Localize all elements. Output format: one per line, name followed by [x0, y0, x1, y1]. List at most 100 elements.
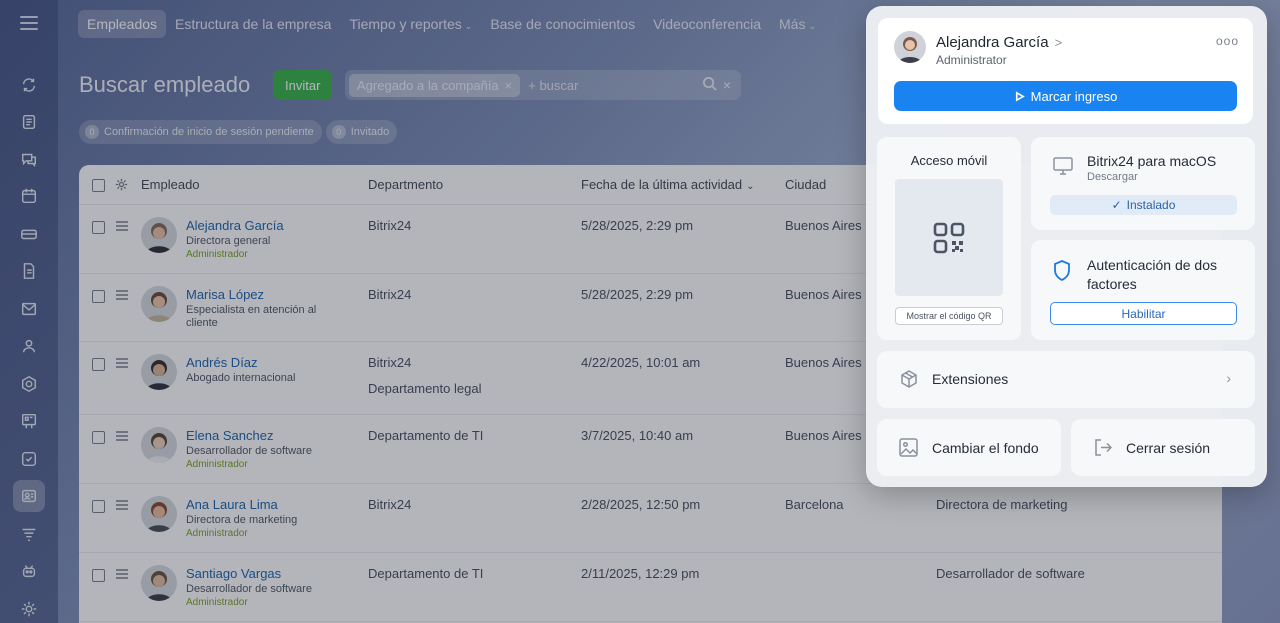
employee-city: Buenos Aires [785, 355, 862, 370]
more-icon[interactable]: ooo [1216, 34, 1239, 48]
mail-icon[interactable] [17, 297, 41, 321]
board-icon[interactable] [17, 409, 41, 433]
select-all-checkbox[interactable] [92, 179, 105, 192]
avatar[interactable] [141, 354, 177, 390]
tab-more[interactable]: Más ⌄ [770, 10, 825, 38]
column-department[interactable]: Departmento [368, 177, 443, 192]
row-checkbox[interactable] [92, 569, 105, 582]
employee-name-link[interactable]: Elena Sanchez [186, 428, 273, 443]
clear-icon[interactable]: × [723, 77, 731, 93]
pending-login-counter[interactable]: 0 Confirmación de inicio de sesión pendi… [79, 120, 322, 144]
employee-city: Buenos Aires [785, 287, 862, 302]
drag-handle-icon[interactable] [116, 221, 128, 233]
left-sidebar [0, 0, 58, 623]
avatar[interactable] [141, 427, 177, 463]
invited-counter[interactable]: 0 Invitado [325, 120, 398, 144]
employee-city: Barcelona [785, 497, 844, 512]
employee-department: Bitrix24 [368, 218, 412, 233]
employee-department: Departamento de TI [368, 566, 484, 581]
drag-handle-icon[interactable] [116, 358, 128, 370]
avatar[interactable] [141, 217, 177, 253]
employee-name-link[interactable]: Alejandra García [186, 218, 284, 233]
user-name-link[interactable]: Alejandra García > [936, 34, 1062, 51]
drag-handle-icon[interactable] [116, 500, 128, 512]
tab-employees[interactable]: Empleados [78, 10, 167, 38]
employee-position-column: Directora de marketing [936, 497, 1068, 512]
hexagon-icon[interactable] [17, 372, 41, 396]
qr-placeholder [895, 179, 1003, 296]
qr-code-icon [933, 222, 965, 253]
enable-button[interactable]: Habilitar [1050, 302, 1237, 325]
drag-handle-icon[interactable] [116, 569, 128, 581]
tasks-icon[interactable] [17, 447, 41, 471]
user-name: Alejandra García [936, 34, 1049, 51]
top-nav: Empleados Estructura de la empresa Tiemp… [78, 10, 825, 38]
tab-videoconference[interactable]: Videoconferencia [644, 10, 770, 38]
settings-icon[interactable] [17, 597, 41, 621]
filter-icon[interactable] [17, 522, 41, 546]
macos-download-link[interactable]: Descargar [1087, 171, 1138, 183]
employee-city: Buenos Aires [785, 218, 862, 233]
document-icon[interactable] [17, 259, 41, 283]
tab-company-structure[interactable]: Estructura de la empresa [166, 10, 340, 38]
tab-knowledge-base[interactable]: Base de conocimientos [481, 10, 644, 38]
row-checkbox[interactable] [92, 290, 105, 303]
counter-number: 0 [85, 125, 99, 139]
table-row[interactable]: Ana Laura Lima Directora de marketing Admi… [79, 484, 1222, 553]
close-icon[interactable]: × [505, 78, 513, 93]
chat-icon[interactable] [17, 147, 41, 171]
tab-time-reports[interactable]: Tiempo y reportes ⌄ [340, 10, 481, 38]
employee-name-link[interactable]: Ana Laura Lima [186, 497, 278, 512]
row-checkbox[interactable] [92, 358, 105, 371]
avatar[interactable] [141, 496, 177, 532]
row-checkbox[interactable] [92, 221, 105, 234]
search-icon[interactable] [702, 76, 717, 94]
avatar[interactable] [141, 565, 177, 601]
calendar-icon[interactable] [17, 184, 41, 208]
employee-name-link[interactable]: Andrés Díaz [186, 355, 258, 370]
employee-city: Buenos Aires [785, 428, 862, 443]
chevron-right-icon: › [1226, 370, 1231, 386]
page-title: Buscar empleado [79, 72, 251, 97]
check-icon: ✓ [1111, 198, 1122, 212]
show-qr-button[interactable]: Mostrar el código QR [895, 307, 1003, 325]
row-checkbox[interactable] [92, 500, 105, 513]
search-input[interactable]: + buscar [528, 78, 702, 93]
drive-icon[interactable] [17, 222, 41, 246]
drag-handle-icon[interactable] [116, 431, 128, 443]
column-city[interactable]: Ciudad [785, 177, 826, 192]
employee-name-link[interactable]: Santiago Vargas [186, 566, 281, 581]
employee-position: Desarrollador de software [186, 445, 312, 457]
employee-role: Administrador [186, 528, 248, 539]
gear-icon[interactable] [115, 178, 128, 194]
menu-icon[interactable] [20, 16, 38, 34]
invite-button[interactable]: Invitar [273, 70, 333, 100]
employee-department-secondary: Departamento legal [368, 381, 482, 396]
checkin-button[interactable]: Marcar ingreso [894, 81, 1237, 111]
employee-last-activity: 3/7/2025, 10:40 am [581, 428, 694, 443]
column-last-activity[interactable]: Fecha de la última actividad ⌄ [581, 177, 755, 192]
extensions-item[interactable]: Extensiones › [877, 351, 1255, 408]
row-checkbox[interactable] [92, 431, 105, 444]
employee-position: Directora de marketing [186, 514, 298, 526]
feed-icon[interactable] [17, 110, 41, 134]
table-row[interactable]: Santiago Vargas Desarrollador de software… [79, 553, 1222, 622]
team-icon[interactable] [17, 334, 41, 358]
sync-icon[interactable] [17, 73, 41, 97]
chevron-down-icon: ⌄ [746, 181, 755, 192]
employee-name-link[interactable]: Marisa López [186, 287, 264, 302]
logout-icon [1093, 438, 1113, 462]
avatar[interactable] [894, 31, 926, 63]
column-employee[interactable]: Empleado [141, 177, 200, 192]
chevron-right-icon: > [1054, 35, 1063, 50]
logout-button[interactable]: Cerrar sesión [1071, 419, 1255, 476]
avatar[interactable] [141, 286, 177, 322]
employees-icon[interactable] [13, 480, 45, 512]
drag-handle-icon[interactable] [116, 290, 128, 302]
bot-icon[interactable] [17, 559, 41, 583]
filter-chip[interactable]: Agregado a la compañía × [349, 73, 521, 97]
user-role: Administrator [936, 53, 1007, 67]
change-background-button[interactable]: Cambiar el fondo [877, 419, 1061, 476]
tab-label: Videoconferencia [653, 16, 762, 32]
search-box[interactable]: Agregado a la compañía × + buscar × [345, 70, 741, 100]
